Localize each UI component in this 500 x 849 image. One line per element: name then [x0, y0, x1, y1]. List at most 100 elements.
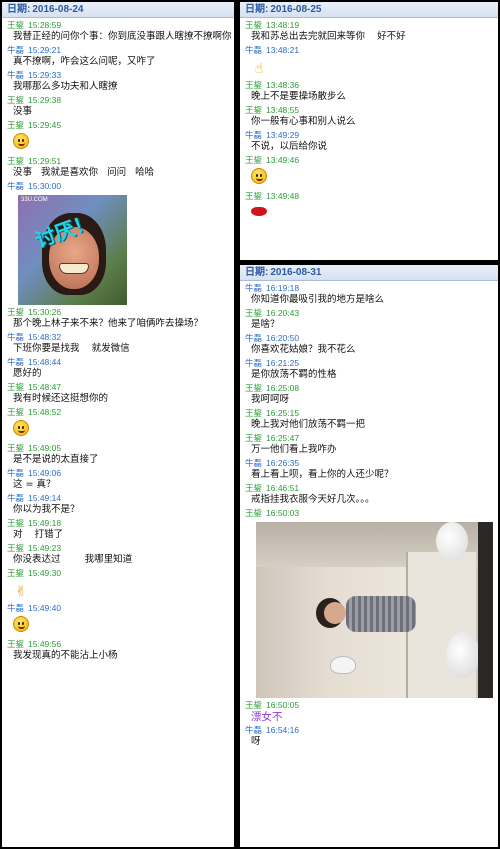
sender-name: 王鋆	[245, 433, 263, 443]
chat-message: 牛磊 15:48:44 愿好的	[2, 355, 234, 380]
date-value: 2016-08-25	[270, 4, 322, 15]
image-watermark: 33U.COM	[21, 197, 48, 203]
message-emoji	[245, 166, 498, 189]
message-time: 15:48:32	[28, 332, 62, 342]
message-text: 下班你要是找我 就发微信	[13, 343, 130, 354]
message-emoji: ✌	[7, 579, 234, 601]
mirror-selfie-photo[interactable]	[256, 522, 493, 698]
chat-message: 王鋆 15:49:18 对 打错了	[2, 516, 234, 541]
chat-message: 王鋆 15:49:30 ✌	[2, 566, 234, 601]
message-header: 王鋆 15:28:59	[7, 20, 234, 31]
date-label: 日期:	[245, 267, 269, 278]
chat-message: 王鋆 15:30:26 那个晚上林子来不来？他来了咱俩咋去操场？	[2, 305, 234, 330]
message-text: 你没表达过 我哪里知道	[13, 554, 133, 565]
message-time: 16:25:08	[266, 383, 300, 393]
message-text: 我发现真的不能沾上小杨	[13, 650, 118, 661]
message-time: 15:49:23	[28, 543, 62, 553]
sender-name: 王鋆	[7, 120, 25, 130]
chat-message: 王鋆 16:25:47 万一他们看上我咋办	[240, 431, 498, 456]
chat-message: 王鋆 16:50:03	[240, 506, 498, 698]
chat-message: 牛磊 16:54:16 呀	[240, 723, 498, 748]
sender-name: 王鋆	[7, 382, 25, 392]
message-text: 晚上我对他们放荡不羁一把	[251, 419, 366, 430]
message-text: 你喜欢花姑娘？我不花么	[251, 344, 356, 355]
message-time: 15:49:40	[28, 603, 62, 613]
message-text: 真不撩啊，咋会这么问呢，又咋了	[13, 56, 156, 67]
message-time: 16:20:43	[266, 308, 300, 318]
message-header: 王鋆 16:25:47	[245, 433, 498, 444]
message-time: 15:49:06	[28, 468, 62, 478]
date-header: 日期: 2016-08-25	[240, 2, 498, 18]
message-text: 我哪那么多功夫和人瞎撩	[13, 81, 118, 92]
sender-name: 牛磊	[7, 603, 25, 613]
message-text: 漂女不	[251, 711, 283, 723]
sender-name: 王鋆	[245, 383, 263, 393]
message-header: 王鋆 15:49:05	[7, 443, 234, 454]
message-time: 15:49:56	[28, 639, 62, 649]
message-time: 15:29:51	[28, 156, 62, 166]
message-header: 王鋆 13:48:19	[245, 20, 498, 31]
message-time: 15:49:18	[28, 518, 62, 528]
date-header: 日期: 2016-08-24	[2, 2, 234, 18]
message-time: 13:49:48	[266, 191, 300, 201]
message-time: 15:49:05	[28, 443, 62, 453]
message-header: 王鋆 15:49:23	[7, 543, 234, 554]
message-header: 牛磊 16:54:16	[245, 725, 498, 736]
sender-name: 王鋆	[7, 543, 25, 553]
message-header: 牛磊 15:49:06	[7, 468, 234, 479]
chat-message: 牛磊 15:29:33 我哪那么多功夫和人瞎撩	[2, 68, 234, 93]
message-header: 王鋆 15:49:18	[7, 518, 234, 529]
message-text: 万一他们看上我咋办	[251, 444, 337, 455]
date-header: 日期: 2016-08-31	[240, 265, 498, 281]
chat-message: 牛磊 13:48:21 ☝	[240, 43, 498, 78]
thinking-face-icon	[13, 133, 29, 149]
message-header: 王鋆 16:50:03	[245, 508, 498, 519]
chat-message: 王鋆 13:48:36 晚上不是要操场散步么	[240, 78, 498, 103]
meme-photo[interactable]: 33U.COM 讨厌！	[18, 195, 127, 305]
wink-face-icon	[251, 168, 267, 184]
message-header: 王鋆 13:49:48	[245, 191, 498, 202]
message-header: 牛磊 15:49:14	[7, 493, 234, 504]
chat-message: 王鋆 15:29:45	[2, 118, 234, 154]
message-header: 牛磊 15:48:32	[7, 332, 234, 343]
sender-name: 王鋆	[7, 307, 25, 317]
sender-name: 王鋆	[7, 95, 25, 105]
chat-message: 王鋆 16:25:15 晚上我对他们放荡不羁一把	[240, 406, 498, 431]
message-emoji	[245, 202, 498, 225]
message-header: 王鋆 15:29:45	[7, 120, 234, 131]
message-text: 我替正经的问你个事：你到底没事跟人瞎撩不撩啊你	[13, 31, 232, 42]
chat-message: 牛磊 16:20:50 你喜欢花姑娘？我不花么	[240, 331, 498, 356]
message-time: 15:28:59	[28, 20, 62, 30]
message-text: 愿好的	[13, 368, 42, 379]
message-text: 是啥？	[251, 319, 280, 330]
message-time: 13:48:21	[266, 45, 300, 55]
message-time: 13:49:46	[266, 155, 300, 165]
chat-log-panel-2016-08-25: 日期: 2016-08-25 王鋆 13:48:19 我和苏总出去完就回来等你 好不好牛…	[240, 2, 498, 260]
chat-message: 王鋆 13:48:19 我和苏总出去完就回来等你 好不好	[240, 18, 498, 43]
message-header: 王鋆 16:25:15	[245, 408, 498, 419]
wink-face-icon	[13, 420, 29, 436]
message-text: 你一般有心事和别人说么	[251, 116, 356, 127]
message-text: 这 = 真？	[13, 479, 56, 490]
sender-name: 王鋆	[7, 518, 25, 528]
message-header: 王鋆 15:49:30	[7, 568, 234, 579]
sender-name: 王鋆	[7, 639, 25, 649]
message-time: 16:21:25	[266, 358, 300, 368]
sender-name: 牛磊	[7, 181, 25, 191]
sender-name: 王鋆	[245, 700, 263, 710]
message-header: 牛磊 16:19:18	[245, 283, 498, 294]
message-header: 王鋆 13:48:36	[245, 80, 498, 91]
chat-message: 王鋆 15:49:05 是不是说的太直接了	[2, 441, 234, 466]
chat-message: 王鋆 13:48:55 你一般有心事和别人说么	[240, 103, 498, 128]
chat-message: 王鋆 16:46:51 戒指挂我衣服今天好几次。。。	[240, 481, 498, 506]
sender-name: 王鋆	[7, 443, 25, 453]
sender-name: 王鋆	[7, 568, 25, 578]
message-text: 你以为我不是？	[13, 504, 80, 515]
message-header: 牛磊 16:20:50	[245, 333, 498, 344]
message-header: 牛磊 15:48:44	[7, 357, 234, 368]
chat-message: 王鋆 13:49:46	[240, 153, 498, 189]
sender-name: 王鋆	[245, 80, 263, 90]
sender-name: 牛磊	[7, 332, 25, 342]
message-time: 13:49:29	[266, 130, 300, 140]
message-header: 王鋆 15:48:47	[7, 382, 234, 393]
